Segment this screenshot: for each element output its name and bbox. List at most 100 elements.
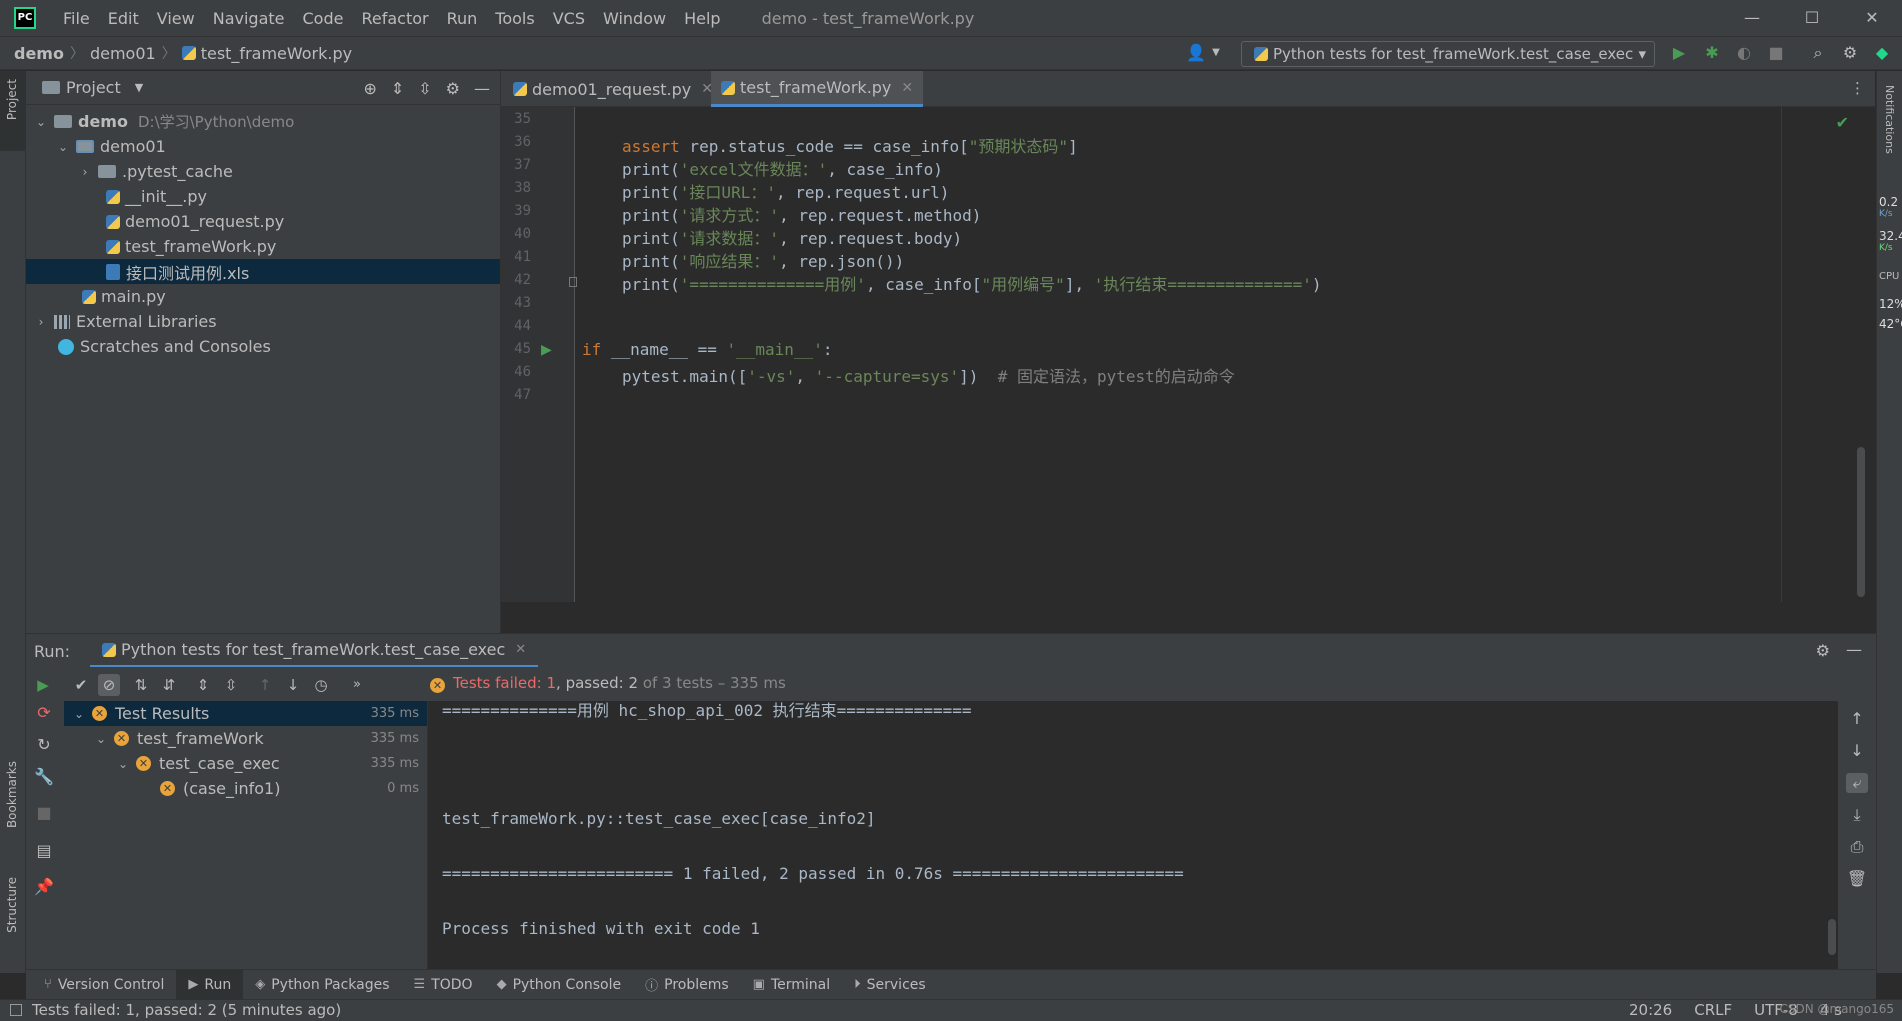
menu-navigate[interactable]: Navigate [204,9,294,28]
show-ignored-icon[interactable]: ⊘ [98,674,120,696]
tree-item-demo01-request[interactable]: demo01_request.py [26,209,500,234]
layout-icon[interactable]: ▤ [33,841,55,860]
search-icon[interactable]: ⌕ [1808,43,1828,63]
editor-scrollbar[interactable] [1857,447,1865,597]
menu-file[interactable]: File [54,9,99,28]
bookmarks-tool-label[interactable]: Bookmarks [5,761,19,828]
settings-gear-icon[interactable]: ⚙ [1840,43,1860,63]
line-separator[interactable]: CRLF [1694,1001,1732,1019]
scroll-down-icon[interactable]: ↓ [1846,741,1868,760]
menu-window[interactable]: Window [594,9,675,28]
notifications-label[interactable]: Notifications [1883,85,1896,154]
coverage-icon[interactable]: ◐ [1734,43,1754,63]
sort-alphabetically-icon[interactable]: ⇅ [130,674,152,696]
menu-refactor[interactable]: Refactor [352,9,437,28]
tool-python-packages[interactable]: ◈ Python Packages [243,970,401,1000]
tree-item-scratches[interactable]: Scratches and Consoles [26,334,500,359]
rerun-failed-icon[interactable]: ⟳ [33,703,55,722]
caret-position[interactable]: 20:26 [1629,1001,1672,1019]
user-dropdown-icon[interactable]: ▼ [1206,43,1226,63]
tree-item-external-libraries[interactable]: › External Libraries [26,309,500,334]
project-tool-tab[interactable]: Project [0,71,26,151]
run-configuration-select[interactable]: Python tests for test_frameWork.test_cas… [1241,41,1655,67]
tree-item-xls[interactable]: 接口测试用例.xls [26,259,500,284]
menu-tools[interactable]: Tools [486,9,543,28]
hide-run-panel-icon[interactable]: — [1846,640,1862,659]
console-scrollbar[interactable] [1828,919,1836,955]
scroll-up-icon[interactable]: ↑ [1846,709,1868,728]
toggle-tool-windows-icon[interactable] [10,1004,22,1016]
tree-item-pytest-cache[interactable]: › .pytest_cache [26,159,500,184]
stop-icon[interactable]: ■ [33,803,55,822]
expand-all-icon[interactable]: ⇕ [192,674,214,696]
menu-edit[interactable]: Edit [99,9,148,28]
tree-item-init-py[interactable]: __init__.py [26,184,500,209]
tool-todo[interactable]: ☰ TODO [402,970,485,1000]
show-passed-icon[interactable]: ✔ [70,674,92,696]
status-message[interactable]: Tests failed: 1, passed: 2 (5 minutes ag… [10,1001,341,1019]
collapse-all-icon[interactable]: ⇳ [418,79,431,98]
expanded-arrow-icon[interactable]: ⌄ [34,115,48,129]
project-panel-title[interactable]: Project [66,78,121,97]
test-history-icon[interactable]: ◷ [310,674,332,696]
maximize-button[interactable]: ☐ [1782,0,1842,36]
tree-item-demo01[interactable]: ⌄ demo01 [26,134,500,159]
hide-panel-icon[interactable]: — [474,79,490,98]
pin-icon[interactable]: 📌 [33,877,55,896]
tool-services[interactable]: ⏵ Services [842,970,938,1000]
previous-failed-icon[interactable]: ↑ [254,674,276,696]
stop-icon[interactable]: ■ [1766,43,1786,63]
close-tab-icon[interactable]: ✕ [901,80,913,96]
menu-view[interactable]: View [148,9,204,28]
locate-file-icon[interactable]: ⊕ [363,79,376,98]
breadcrumb-demo01[interactable]: demo01 [84,44,162,63]
menu-vcs[interactable]: VCS [544,9,594,28]
expanded-arrow-icon[interactable]: ⌄ [72,707,86,721]
breadcrumb-file[interactable]: test_frameWork.py [201,44,358,63]
tool-version-control[interactable]: ⑂ Version Control [32,970,176,1000]
menu-run[interactable]: Run [438,9,487,28]
run-gutter-icon[interactable]: ▶ [541,342,552,358]
structure-tool-label[interactable]: Structure [5,877,19,933]
tab-demo01-request[interactable]: demo01_request.py ✕ [503,71,723,107]
run-icon[interactable]: ▶ [1669,43,1689,63]
menu-help[interactable]: Help [675,9,729,28]
clear-all-icon[interactable]: 🗑 [1846,869,1868,888]
test-node-case-exec[interactable]: ⌄ ✕ test_case_exec 335 ms [64,751,427,776]
print-icon[interactable]: ⎙ [1846,837,1868,857]
tree-item-test-framework[interactable]: test_frameWork.py [26,234,500,259]
run-settings-gear-icon[interactable]: ⚙ [1816,641,1830,660]
tool-run[interactable]: ▶ Run [176,969,244,1000]
sort-by-duration-icon[interactable]: ⇵ [158,674,180,696]
breadcrumb-demo[interactable]: demo [8,44,70,63]
tree-item-main-py[interactable]: main.py [26,284,500,309]
collapsed-arrow-icon[interactable]: › [78,165,92,179]
minimize-button[interactable]: — [1722,0,1782,36]
tool-python-console[interactable]: ◆ Python Console [485,970,634,1000]
close-window-button[interactable]: ✕ [1842,0,1902,36]
rerun-icon[interactable]: ▶ [32,674,54,696]
chevron-down-icon[interactable]: ▼ [135,81,143,94]
expand-all-icon[interactable]: ⇕ [391,79,404,98]
code-editor[interactable]: 35 36 37 38 39 40 41 42 43 44 45 46 47 ▶… [501,107,1875,602]
menu-code[interactable]: Code [294,9,353,28]
tool-terminal[interactable]: ▣ Terminal [741,970,842,1000]
fold-marker-icon[interactable] [569,277,577,287]
next-failed-icon[interactable]: ↓ [282,674,304,696]
options-gear-icon[interactable]: ⚙ [446,79,460,98]
test-results-root[interactable]: ⌄ ✕ Test Results 335 ms [64,701,427,726]
run-console[interactable]: ==============用例 hc_shop_api_002 执行结束===… [428,701,1838,969]
expanded-arrow-icon[interactable]: ⌄ [94,732,108,746]
debug-icon[interactable]: ✱ [1702,43,1722,63]
toggle-auto-test-icon[interactable]: ↻ [33,735,55,754]
test-node-framework[interactable]: ⌄ ✕ test_frameWork 335 ms [64,726,427,751]
tool-problems[interactable]: ⓘ Problems [633,970,741,1000]
collapsed-arrow-icon[interactable]: › [34,315,48,329]
expanded-arrow-icon[interactable]: ⌄ [116,757,130,771]
tree-item-demo[interactable]: ⌄ demo D:\学习\Python\demo [26,109,500,134]
scroll-to-end-icon[interactable]: ⤓ [1846,805,1868,825]
close-tab-icon[interactable]: ✕ [515,642,526,657]
collapse-all-icon[interactable]: ⇳ [220,674,242,696]
run-tab[interactable]: Python tests for test_frameWork.test_cas… [90,634,539,668]
test-node-case-info1[interactable]: ✕ (case_info1) 0 ms [64,776,427,801]
